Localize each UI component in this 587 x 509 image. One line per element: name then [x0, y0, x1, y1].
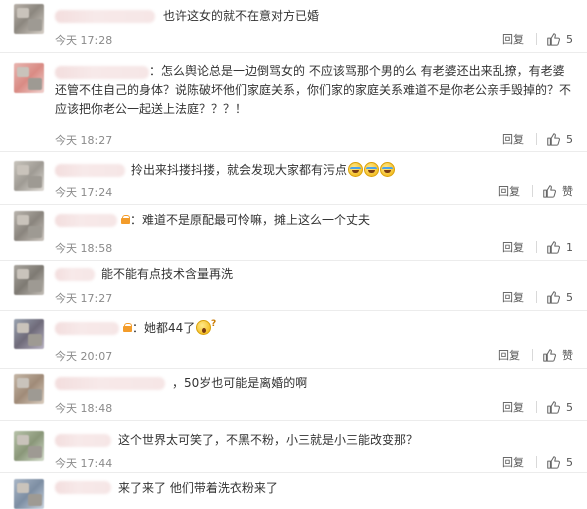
comment-text: ：难道不是原配最可怜嘛，摊上这么一个丈夫 [120, 211, 573, 230]
like-count: 赞 [562, 349, 573, 362]
like-count: 5 [566, 455, 573, 469]
username-blurred[interactable] [55, 322, 119, 335]
thumbs-up-icon[interactable] [546, 400, 560, 414]
laugh-tears-emoji [364, 162, 380, 177]
comment-actions: 回复 赞 [498, 347, 573, 363]
like-count: 5 [566, 400, 573, 414]
comment-actions: 回复 1 [502, 239, 573, 255]
comment-item: 能不能有点技术含量再洗 今天 17:27 回复 5 [0, 261, 587, 311]
reply-button[interactable]: 回复 [502, 454, 524, 470]
comment-actions: 回复 5 [502, 454, 573, 470]
reply-button[interactable]: 回复 [498, 347, 520, 363]
comment-text: ：她都44了 [122, 315, 573, 338]
like-count: 5 [566, 32, 573, 46]
thumbs-up-icon[interactable] [546, 132, 560, 146]
divider [532, 185, 533, 197]
comment-text: 来了来了 他们带着洗衣粉来了 [118, 481, 278, 495]
comment-text: 也许这女的就不在意对方已婚 [163, 9, 320, 23]
username-blurred[interactable] [55, 377, 165, 390]
avatar[interactable] [14, 479, 44, 509]
username-blurred[interactable] [55, 164, 125, 177]
like-count: 赞 [562, 185, 573, 198]
comment-time: 今天 17:44 [55, 457, 113, 470]
comment-actions: 回复 5 [502, 289, 573, 305]
comment-item: ：怎么舆论总是一边倒骂女的 不应该骂那个男的么 有老婆还出来乱撩，有老婆还管不住… [0, 53, 587, 152]
reply-button[interactable]: 回复 [502, 399, 524, 415]
avatar[interactable] [14, 211, 44, 241]
comment-time: 今天 18:48 [55, 402, 113, 415]
verified-badge-icon [120, 215, 130, 225]
username-blurred[interactable] [55, 10, 155, 23]
comment-item: 来了来了 他们带着洗衣粉来了 [0, 473, 587, 509]
comment-text: 能不能有点技术含量再洗 [101, 267, 234, 281]
comment-item: 也许这女的就不在意对方已婚 今天 17:28 回复 5 [0, 0, 587, 53]
comment-text: 拎出来抖搂抖搂，就会发现大家都有污点 [131, 161, 573, 180]
reply-button[interactable]: 回复 [502, 31, 524, 47]
comment-text-content: ：她都44了 [132, 321, 196, 335]
thumbs-up-icon[interactable] [546, 455, 560, 469]
divider [536, 241, 537, 253]
thumbs-up-icon[interactable] [542, 348, 556, 362]
comment-actions: 回复 赞 [498, 183, 573, 199]
divider [532, 349, 533, 361]
avatar[interactable] [14, 4, 44, 34]
reply-button[interactable]: 回复 [502, 131, 524, 147]
comment-text: ，50岁也可能是离婚的啊 [172, 376, 308, 390]
username-blurred[interactable] [55, 481, 111, 494]
comment-text-content: 拎出来抖搂抖搂，就会发现大家都有污点 [131, 163, 348, 177]
avatar[interactable] [14, 63, 44, 93]
comment-text-content: ：怎么舆论总是一边倒骂女的 不应该骂那个男的么 有老婆还出来乱撩，有老婆还管不住… [55, 64, 572, 116]
comment-time: 今天 17:24 [55, 186, 113, 199]
reply-button[interactable]: 回复 [502, 239, 524, 255]
comment-time: 今天 18:58 [55, 242, 113, 255]
laugh-tears-emoji [380, 162, 396, 177]
comment-item: 拎出来抖搂抖搂，就会发现大家都有污点 今天 17:24 回复 赞 [0, 152, 587, 205]
like-count: 5 [566, 290, 573, 304]
like-count: 5 [566, 132, 573, 146]
comment-actions: 回复 5 [502, 131, 573, 147]
comment-item: ，50岁也可能是离婚的啊 今天 18:48 回复 5 [0, 369, 587, 421]
comment-item: ：难道不是原配最可怜嘛，摊上这么一个丈夫 今天 18:58 回复 1 [0, 205, 587, 261]
comment-list: 也许这女的就不在意对方已婚 今天 17:28 回复 5 ：怎么舆论总是一边倒骂女… [0, 0, 587, 509]
divider [536, 291, 537, 303]
surprised-emoji [196, 315, 216, 335]
comment-text: 这个世界太可笑了，不黑不粉，小三就是小三能改变那？ [118, 433, 419, 447]
reply-button[interactable]: 回复 [502, 289, 524, 305]
divider [536, 401, 537, 413]
reply-button[interactable]: 回复 [498, 183, 520, 199]
avatar[interactable] [14, 265, 44, 295]
thumbs-up-icon[interactable] [546, 240, 560, 254]
comment-actions: 回复 5 [502, 31, 573, 47]
avatar[interactable] [14, 319, 44, 349]
comment-actions: 回复 5 [502, 399, 573, 415]
avatar[interactable] [14, 161, 44, 191]
comment-item: ：她都44了 今天 20:07 回复 赞 [0, 311, 587, 369]
thumbs-up-icon[interactable] [546, 290, 560, 304]
divider [536, 33, 537, 45]
comment-time: 今天 18:27 [55, 134, 113, 147]
divider [536, 133, 537, 145]
username-blurred[interactable] [55, 434, 111, 447]
thumbs-up-icon[interactable] [546, 32, 560, 46]
comment-time: 今天 17:27 [55, 292, 113, 305]
username-blurred[interactable] [55, 268, 95, 281]
comment-time: 今天 17:28 [55, 34, 113, 47]
verified-badge-icon [122, 323, 132, 333]
avatar[interactable] [14, 431, 44, 461]
thumbs-up-icon[interactable] [542, 184, 556, 198]
avatar[interactable] [14, 374, 44, 404]
comment-text: ：怎么舆论总是一边倒骂女的 不应该骂那个男的么 有老婆还出来乱撩，有老婆还管不住… [55, 62, 573, 119]
laugh-tears-emoji [348, 162, 364, 177]
comment-item: 这个世界太可笑了，不黑不粉，小三就是小三能改变那？ 今天 17:44 回复 5 [0, 421, 587, 473]
divider [536, 456, 537, 468]
comment-time: 今天 20:07 [55, 350, 113, 363]
like-count: 1 [566, 240, 573, 254]
username-blurred[interactable] [55, 214, 117, 227]
comment-text-content: ：难道不是原配最可怜嘛，摊上这么一个丈夫 [130, 213, 371, 227]
